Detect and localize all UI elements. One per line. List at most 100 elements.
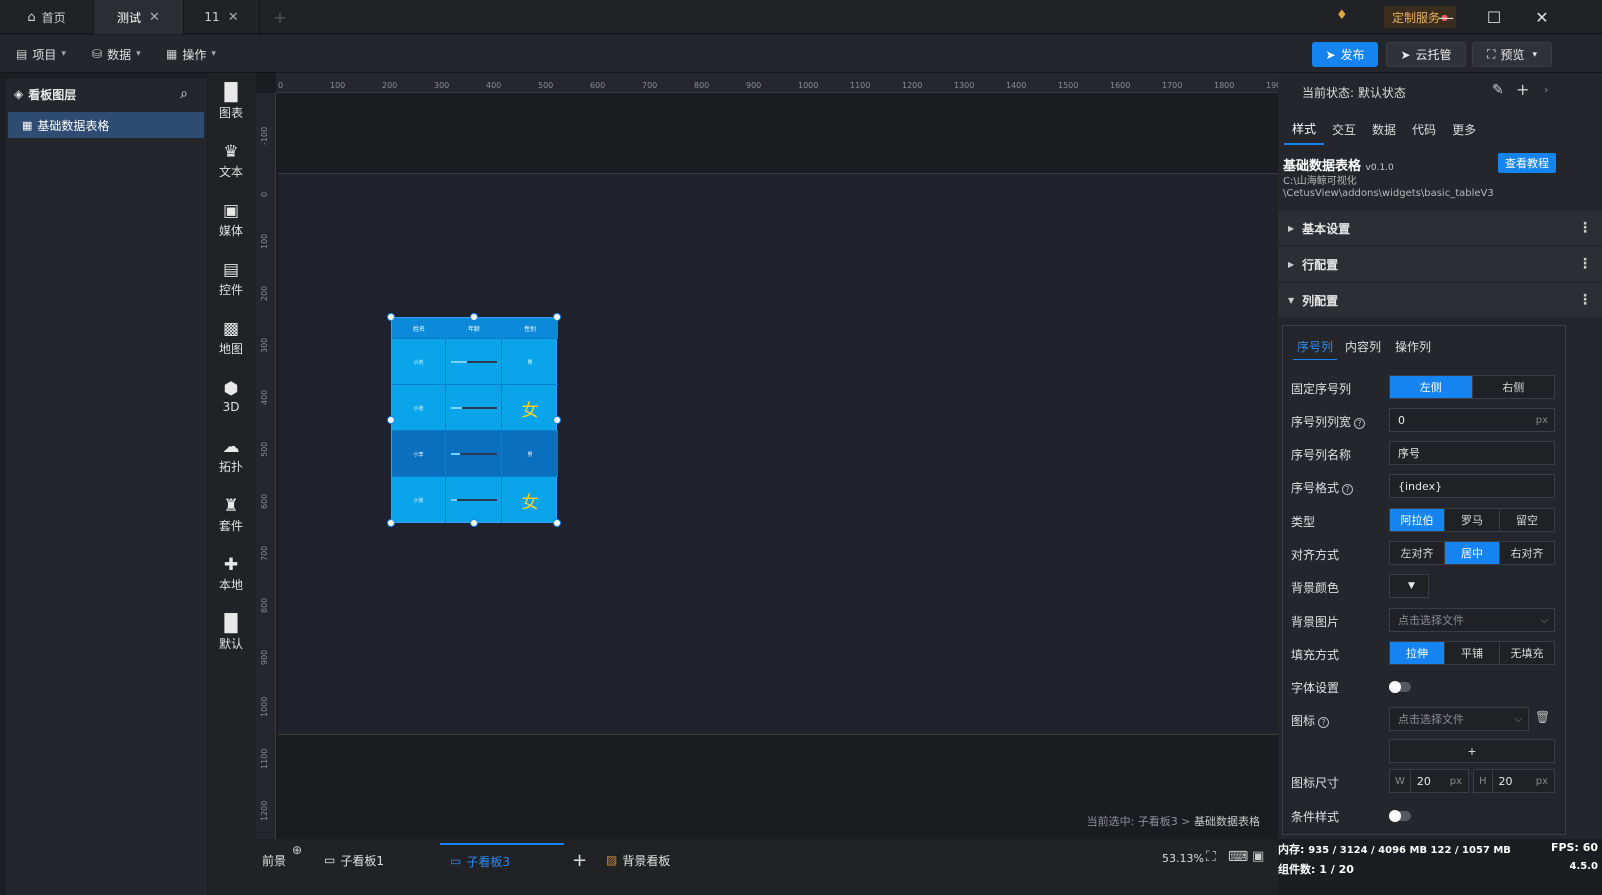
col-tab-index[interactable]: 序号列 (1293, 338, 1338, 360)
bg-image-select[interactable]: 点击选择文件 ⌵ (1389, 608, 1555, 632)
type-roman-option[interactable]: 罗马 (1445, 509, 1500, 531)
tutorial-button[interactable]: 查看教程 (1498, 153, 1556, 173)
col-tab-action[interactable]: 操作列 (1395, 338, 1431, 355)
menu-operation[interactable]: ▦ 操作 ▾ (166, 44, 216, 64)
ruler-left-tick: 0 (260, 191, 269, 197)
board-stage[interactable]: 姓名 年龄 性别 小刘男小张女小李男小张女 (278, 173, 1278, 735)
widget-chart[interactable]: ▐▌ 图表 (206, 77, 256, 127)
basic-data-table[interactable]: 姓名 年龄 性别 小刘男小张女小李男小张女 (391, 317, 558, 523)
widget-map[interactable]: ▩ 地图 (206, 313, 256, 363)
resize-handle[interactable] (387, 519, 395, 527)
resize-handle[interactable] (553, 519, 561, 527)
more-icon[interactable]: ⋮ (1578, 220, 1592, 236)
fixed-right-option[interactable]: 右侧 (1473, 376, 1555, 398)
new-tab-button[interactable]: + (260, 0, 300, 34)
fill-tile-option[interactable]: 平铺 (1445, 642, 1500, 664)
widget-local[interactable]: ✚ 本地 (206, 549, 256, 599)
section-basic[interactable]: ▶ 基本设置 ⋮ (1278, 211, 1602, 245)
resize-handle[interactable] (553, 313, 561, 321)
chevron-right-icon[interactable]: › (1544, 83, 1548, 96)
table-row[interactable]: 小张 女 (392, 476, 558, 523)
add-board-button[interactable]: + (572, 843, 587, 877)
background-board-tab[interactable]: ▨ 背景看板 (606, 843, 670, 877)
bg-color-picker[interactable]: ▼ (1389, 574, 1429, 598)
cond-style-toggle[interactable] (1389, 810, 1411, 822)
zoom-level[interactable]: 53.13% (1162, 852, 1204, 865)
tab-home[interactable]: ⌂ 首页 (0, 0, 94, 34)
ruler-left-tick: 200 (260, 285, 269, 301)
table-row[interactable]: 小李 男 (392, 430, 558, 477)
ruler-top-tick: 400 (486, 81, 502, 90)
align-left-option[interactable]: 左对齐 (1390, 542, 1445, 564)
widget-media[interactable]: ▣ 媒体 (206, 195, 256, 245)
close-window-button[interactable]: ✕ (1518, 0, 1566, 34)
widget-default[interactable]: ▐▌ 默认 (206, 608, 256, 658)
publish-button[interactable]: ➤ 发布 (1312, 42, 1378, 67)
align-right-option[interactable]: 右对齐 (1500, 542, 1554, 564)
edit-icon[interactable]: ✎ (1492, 82, 1504, 98)
tab-code[interactable]: 代码 (1404, 113, 1444, 145)
board-tab-3[interactable]: ▭ 子看板3 (440, 843, 564, 877)
trash-icon[interactable]: 🗑 (1535, 710, 1550, 724)
widget-kit[interactable]: ♜ 套件 (206, 490, 256, 540)
table-row[interactable]: 小刘 男 (392, 338, 558, 385)
tab-data[interactable]: 数据 (1364, 113, 1404, 145)
add-circle-icon[interactable]: ⊕ (292, 843, 302, 857)
tab-style[interactable]: 样式 (1284, 113, 1325, 145)
widget-topology[interactable]: ☁ 拓扑 (206, 431, 256, 481)
align-center-option[interactable]: 居中 (1445, 542, 1500, 564)
close-icon[interactable]: ✕ (149, 10, 160, 25)
more-icon[interactable]: ⋮ (1578, 256, 1592, 272)
help-icon[interactable]: ? (1342, 484, 1354, 495)
icon-select[interactable]: 点击选择文件 ⌵ (1389, 707, 1529, 731)
resize-handle[interactable] (470, 313, 478, 321)
board-tab-1[interactable]: ▭ 子看板1 (324, 843, 436, 877)
widget-text[interactable]: ♛ 文本 (206, 136, 256, 186)
col-name-input[interactable]: 序号 (1389, 441, 1555, 465)
add-icon-button[interactable]: + (1389, 739, 1555, 763)
section-row[interactable]: ▶ 行配置 ⋮ (1278, 247, 1602, 281)
canvas-area[interactable]: 0 100 200 300 400 500 600 700 800 900 1000 1100 1200… (256, 73, 1278, 839)
menu-project[interactable]: ▤ 项目 ▾ (16, 44, 66, 64)
layer-item[interactable]: ▦ 基础数据表格 (8, 112, 204, 138)
col-tab-content[interactable]: 内容列 (1345, 338, 1381, 355)
icon-width-input[interactable]: W 20 px (1389, 769, 1469, 793)
widget-control[interactable]: ▤ 控件 (206, 254, 256, 304)
help-icon[interactable]: ? (1354, 418, 1366, 429)
col-width-input[interactable]: 0 px (1389, 408, 1555, 432)
fixed-left-option[interactable]: 左侧 (1390, 376, 1473, 398)
foreground-tab[interactable]: 前景 (262, 843, 286, 877)
cloud-host-button[interactable]: ➤ 云托管 (1386, 42, 1466, 67)
resize-handle[interactable] (387, 416, 395, 424)
preview-button[interactable]: ⛶ 预览 ▾ (1472, 42, 1552, 67)
add-state-icon[interactable]: + (1516, 80, 1529, 99)
fit-screen-icon[interactable]: ⛶ (1206, 849, 1216, 865)
fill-stretch-option[interactable]: 拉伸 (1390, 642, 1445, 664)
widget-3d[interactable]: ⬢ 3D (206, 372, 256, 422)
tab-11[interactable]: 11 ✕ (184, 0, 260, 34)
maximize-button[interactable]: ☐ (1470, 0, 1518, 34)
menu-data[interactable]: ⛁ 数据 ▾ (92, 44, 141, 64)
icon-height-label: H (1474, 770, 1493, 792)
resize-handle[interactable] (470, 519, 478, 527)
terminal-icon[interactable]: ▣ (1252, 849, 1264, 864)
more-icon[interactable]: ⋮ (1578, 292, 1592, 308)
help-icon[interactable]: ? (1318, 717, 1330, 728)
font-toggle[interactable] (1389, 681, 1411, 693)
format-input[interactable]: {index} (1389, 474, 1555, 498)
type-arabic-option[interactable]: 阿拉伯 (1390, 509, 1445, 531)
tab-test[interactable]: 测试 ✕ (94, 0, 184, 34)
fill-none-option[interactable]: 无填充 (1500, 642, 1554, 664)
resize-handle[interactable] (553, 416, 561, 424)
search-icon[interactable]: ⌕ (180, 86, 188, 102)
tab-interaction[interactable]: 交互 (1324, 113, 1364, 145)
resize-handle[interactable] (387, 313, 395, 321)
tab-more[interactable]: 更多 (1444, 113, 1484, 145)
minimize-button[interactable]: — (1422, 0, 1470, 34)
table-row[interactable]: 小张 女 (392, 384, 558, 431)
keyboard-icon[interactable]: ⌨ (1228, 849, 1248, 865)
section-column[interactable]: ▼ 列配置 ⋮ (1278, 283, 1602, 317)
close-icon[interactable]: ✕ (228, 10, 239, 25)
icon-height-input[interactable]: H 20 px (1473, 769, 1555, 793)
type-blank-option[interactable]: 留空 (1500, 509, 1554, 531)
